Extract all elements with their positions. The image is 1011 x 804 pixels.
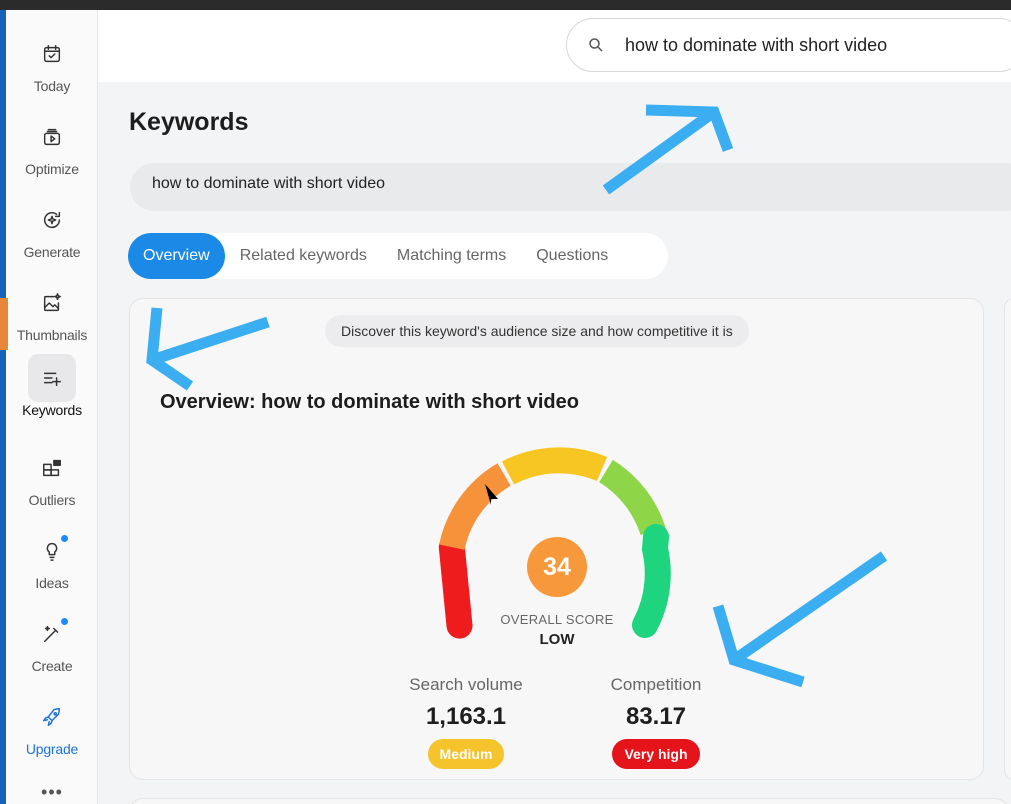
tab-matching-terms[interactable]: Matching terms [382, 233, 521, 279]
sidebar-item-outliers[interactable]: Outliers [6, 444, 98, 520]
search-input[interactable] [625, 34, 985, 56]
sidebar-item-today[interactable]: Today [6, 30, 98, 106]
tab-questions[interactable]: Questions [521, 233, 623, 279]
gauge-segment-green [632, 524, 671, 638]
metric-search-volume: Search volume 1,163.1 Medium [386, 675, 546, 769]
list-add-icon [28, 354, 76, 402]
sidebar-item-optimize[interactable]: Optimize [6, 113, 98, 189]
notification-dot [61, 535, 68, 542]
metric-badge: Medium [427, 739, 505, 769]
metric-label: Search volume [409, 675, 523, 694]
page-title: Keywords [129, 108, 249, 136]
side-card [1004, 298, 1011, 780]
sidebar-item-generate[interactable]: Generate [6, 196, 98, 272]
more-menu-button[interactable]: ••• [6, 782, 98, 803]
sidebar-item-create[interactable]: Create [6, 610, 98, 686]
overall-score: 34 [527, 537, 587, 597]
gauge-segment-red [438, 534, 473, 639]
sidebar-item-upgrade[interactable]: Upgrade [6, 693, 98, 769]
sparkle-refresh-icon [28, 196, 76, 244]
video-icon [28, 113, 76, 161]
overview-hint: Discover this keyword's audience size an… [325, 315, 749, 347]
metric-badge: Very high [612, 739, 700, 769]
sidebar-item-ideas[interactable]: Ideas [6, 527, 98, 603]
notification-dot [61, 618, 68, 625]
image-sparkle-icon [28, 279, 76, 327]
rocket-icon [28, 693, 76, 741]
metric-competition: Competition 83.17 Very high [576, 675, 736, 769]
metric-value: 1,163.1 [425, 703, 507, 730]
tab-bar: Overview Related keywords Matching terms… [128, 233, 668, 279]
lightbulb-icon [28, 527, 76, 575]
calendar-icon [28, 30, 76, 78]
side-tab-marker [0, 298, 8, 350]
tab-overview[interactable]: Overview [128, 233, 225, 279]
overall-score-caption: OVERALL SCORE [500, 612, 614, 627]
window-top-strip [0, 0, 1011, 10]
sidebar-item-label: Today [33, 78, 71, 94]
global-search[interactable] [566, 18, 1011, 72]
sidebar-item-label: Outliers [28, 492, 76, 508]
lower-card [129, 798, 1009, 804]
sidebar-item-thumbnails[interactable]: Thumbnails [6, 279, 98, 355]
sidebar-item-label: Generate [23, 244, 81, 260]
magic-wand-icon [28, 610, 76, 658]
sidebar-item-label: Create [31, 658, 73, 674]
sidebar-item-label: Keywords [22, 402, 82, 418]
sidebar-item-label: Ideas [35, 575, 69, 591]
sidebar: Today Optimize Generate Thumbnails Keywo… [6, 10, 98, 804]
grid-icon [28, 444, 76, 492]
gauge-segment-lightgreen [598, 459, 666, 536]
gauge-segment-orange [439, 463, 511, 551]
metric-value: 83.17 [625, 703, 687, 730]
keyword-input[interactable] [152, 175, 752, 193]
search-icon [589, 38, 603, 52]
overview-title: Overview: how to dominate with short vid… [160, 391, 579, 413]
overview-card: Discover this keyword's audience size an… [129, 298, 984, 780]
tab-related-keywords[interactable]: Related keywords [225, 233, 382, 279]
sidebar-item-keywords[interactable]: Keywords [6, 354, 98, 430]
metric-label: Competition [610, 675, 702, 694]
sidebar-item-label: Optimize [25, 161, 79, 177]
keyword-input-bar[interactable] [130, 163, 1011, 211]
sidebar-item-label: Thumbnails [16, 327, 88, 343]
overall-score-level: LOW [539, 631, 575, 648]
sidebar-item-label: Upgrade [25, 741, 79, 757]
gauge-segment-yellow [501, 447, 608, 485]
